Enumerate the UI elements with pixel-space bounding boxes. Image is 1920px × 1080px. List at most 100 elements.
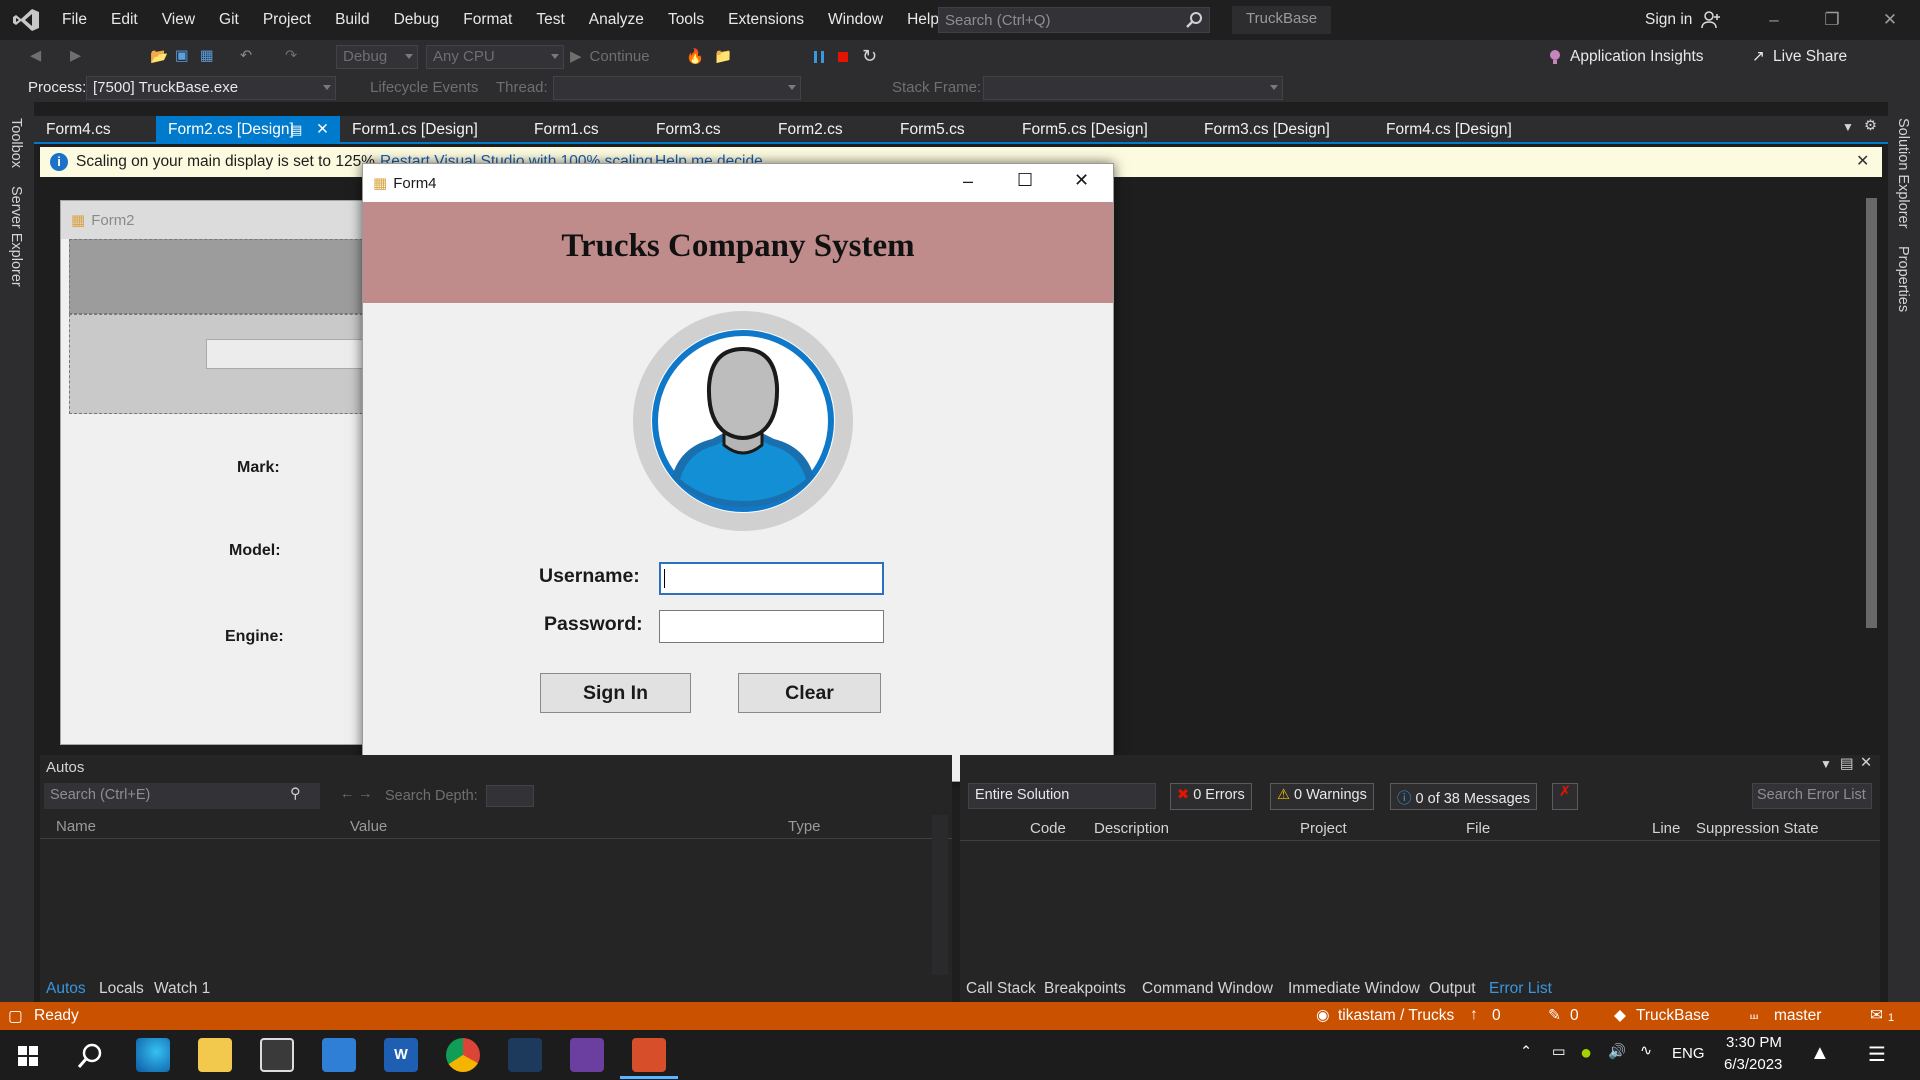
menu-format[interactable]: Format (451, 0, 524, 40)
tab-form3-design[interactable]: Form3.cs [Design] (1192, 116, 1374, 144)
stack-frame-dropdown[interactable] (983, 76, 1283, 100)
clear-button[interactable]: Clear (738, 673, 881, 713)
form4-minimize-button[interactable]: – (963, 171, 973, 192)
username-input[interactable] (659, 562, 884, 595)
forward-arrow-icon[interactable]: → (358, 786, 373, 802)
file-explorer-icon[interactable] (198, 1038, 232, 1072)
word-icon[interactable]: W (384, 1038, 418, 1072)
windows-start-icon[interactable] (18, 1046, 38, 1066)
tab-form4-cs[interactable]: Form4.cs (34, 116, 156, 144)
column-type[interactable]: Type (788, 818, 821, 835)
branch-selector[interactable]: master (1774, 1007, 1821, 1025)
save-icon[interactable]: ▣ (175, 48, 193, 66)
tab-autos[interactable]: Autos (46, 980, 86, 998)
column-name[interactable]: Name (56, 818, 96, 835)
notification-icon[interactable]: ✉ (1870, 1006, 1883, 1025)
back-icon[interactable]: ◀ (30, 48, 48, 66)
gear-icon[interactable]: ⚙ (1864, 118, 1877, 134)
application-insights-button[interactable]: Application Insights (1570, 40, 1704, 74)
wifi-icon[interactable]: ∿ (1640, 1043, 1652, 1059)
repository-name[interactable]: tikastam / Trucks (1338, 1007, 1454, 1025)
tab-breakpoints[interactable]: Breakpoints (1044, 980, 1126, 998)
app-badge-icon[interactable]: ▲ (1810, 1042, 1830, 1065)
tab-form2-cs[interactable]: Form2.cs (766, 116, 888, 144)
tab-form4-design[interactable]: Form4.cs [Design] (1374, 116, 1556, 144)
properties-tab[interactable]: Properties (1895, 246, 1911, 312)
chrome-icon[interactable] (446, 1038, 480, 1072)
column-file[interactable]: File (1466, 820, 1490, 837)
pending-changes-count[interactable]: 0 (1570, 1007, 1579, 1025)
lifecycle-events-button[interactable]: Lifecycle Events (370, 79, 478, 96)
autos-scrollbar[interactable] (932, 815, 948, 975)
form4-maximize-button[interactable]: ☐ (1017, 170, 1033, 191)
close-info-icon[interactable]: ✕ (1856, 151, 1869, 171)
error-list-search-input[interactable]: Search Error List (1752, 783, 1872, 809)
project-selector[interactable]: TruckBase (1636, 1007, 1710, 1025)
menu-edit[interactable]: Edit (99, 0, 150, 40)
tab-immediate-window[interactable]: Immediate Window (1288, 980, 1420, 998)
notification-center-icon[interactable]: ☰ (1868, 1042, 1886, 1067)
sign-in-button[interactable]: Sign In (540, 673, 691, 713)
menu-extensions[interactable]: Extensions (716, 0, 816, 40)
process-dropdown[interactable]: [7500] TruckBase.exe (86, 76, 336, 100)
menu-tools[interactable]: Tools (656, 0, 716, 40)
form4-close-button[interactable]: ✕ (1074, 170, 1089, 191)
password-input[interactable] (659, 610, 884, 643)
tab-locals[interactable]: Locals (99, 980, 144, 998)
scope-dropdown[interactable]: Entire Solution (968, 783, 1156, 809)
tab-error-list[interactable]: Error List (1489, 980, 1552, 998)
toolbox-tab[interactable]: Toolbox (8, 118, 24, 168)
column-project[interactable]: Project (1300, 820, 1347, 837)
chevron-up-icon[interactable]: ⌃ (1520, 1044, 1532, 1060)
server-explorer-tab[interactable]: Server Explorer (8, 186, 24, 287)
tab-call-stack[interactable]: Call Stack (966, 980, 1036, 998)
menu-build[interactable]: Build (323, 0, 381, 40)
edge-browser-icon[interactable] (136, 1038, 170, 1072)
visual-studio-icon[interactable] (570, 1038, 604, 1072)
close-panel-icon[interactable]: ✕ (1860, 755, 1872, 771)
minimize-window-button[interactable]: – (1745, 0, 1803, 40)
column-code[interactable]: Code (1030, 820, 1066, 837)
search-icon[interactable] (76, 1042, 104, 1070)
tab-form1-cs[interactable]: Form1.cs (522, 116, 644, 144)
column-value[interactable]: Value (350, 818, 387, 835)
back-arrow-icon[interactable]: ← (340, 786, 355, 802)
messages-filter-button[interactable]: ⓘ 0 of 38 Messages (1390, 783, 1537, 810)
open-folder-icon[interactable]: 📂 (150, 48, 168, 66)
menu-project[interactable]: Project (251, 0, 323, 40)
unpushed-count[interactable]: 0 (1492, 1007, 1501, 1025)
live-share-button[interactable]: ↗ Live Share (1752, 40, 1847, 74)
tab-form5-cs[interactable]: Form5.cs (888, 116, 1010, 144)
panel-dropdown-icon[interactable]: ▼ (1820, 757, 1832, 771)
close-tab-icon[interactable]: ✕ (316, 116, 329, 144)
column-description[interactable]: Description (1094, 820, 1169, 837)
designer-scrollbar[interactable] (1862, 178, 1882, 743)
mail-icon[interactable] (322, 1038, 356, 1072)
terminal-app-icon[interactable] (508, 1038, 542, 1072)
clock-date[interactable]: 6/3/2023 (1724, 1056, 1782, 1073)
tab-command-window[interactable]: Command Window (1142, 980, 1273, 998)
sign-in-link[interactable]: Sign in (1645, 0, 1722, 40)
autos-search-input[interactable]: Search (Ctrl+E) ⚲ (44, 783, 320, 809)
truckbase-app-icon[interactable] (632, 1038, 666, 1072)
browse-folder-icon[interactable]: 📁 (714, 48, 732, 66)
tab-form2-design[interactable]: Form2.cs [Design] ▤ ✕ (156, 116, 340, 144)
tab-form5-design[interactable]: Form5.cs [Design] (1010, 116, 1192, 144)
tab-form3-cs[interactable]: Form3.cs (644, 116, 766, 144)
pin-icon[interactable]: ▤ (1840, 756, 1854, 772)
menu-git[interactable]: Git (207, 0, 251, 40)
pause-icon[interactable] (810, 48, 828, 66)
stop-icon[interactable] (834, 48, 852, 66)
microsoft-store-icon[interactable] (260, 1038, 294, 1072)
continue-button[interactable]: ▶ Continue (570, 40, 650, 74)
security-icon[interactable]: ● (1580, 1042, 1592, 1065)
close-window-button[interactable]: ✕ (1861, 0, 1919, 40)
platform-dropdown[interactable]: Any CPU (426, 45, 564, 69)
column-suppression-state[interactable]: Suppression State (1696, 820, 1819, 837)
menu-test[interactable]: Test (524, 0, 576, 40)
undo-icon[interactable]: ↶ (240, 48, 258, 66)
maximize-window-button[interactable]: ❐ (1803, 0, 1861, 40)
hot-reload-icon[interactable]: 🔥 (686, 48, 704, 66)
tab-watch-1[interactable]: Watch 1 (154, 980, 210, 998)
thread-dropdown[interactable] (553, 76, 801, 100)
